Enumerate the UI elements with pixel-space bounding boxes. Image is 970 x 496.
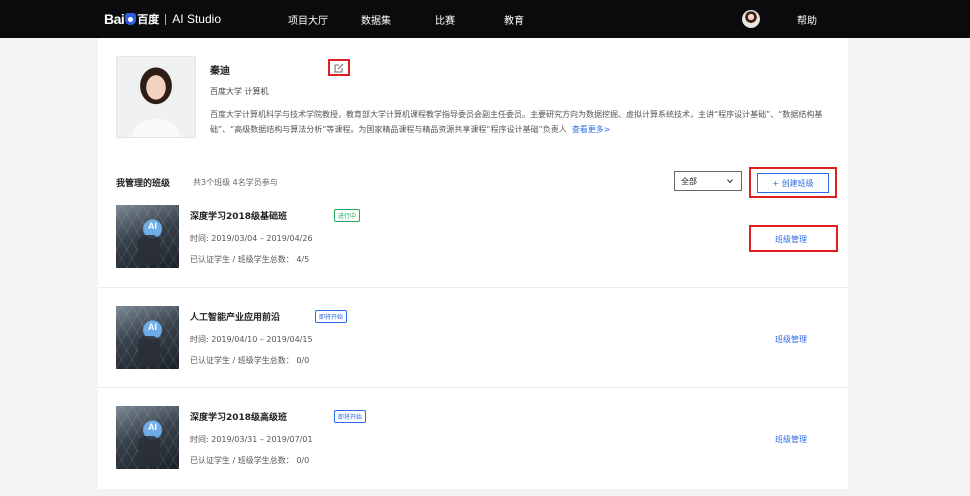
profile-bio-text: 百度大学计算机科学与技术学院教授，教育部大学计算机课程教学指导委员会副主任委员。… [210, 110, 823, 134]
nav-item-education[interactable]: 教育 [504, 12, 524, 27]
thumb-hand-shape [138, 436, 160, 466]
class-time: 时间: 2019/04/10 – 2019/04/15 [190, 335, 313, 344]
class-row: AI 深度学习2018级基础班 进行中 时间: 2019/03/04 – 201… [98, 187, 848, 287]
thumb-ai-label: AI [148, 221, 157, 231]
classes-panel: 我管理的班级 共3个班级 4名学员参与 全部 + 创建班级 AI 深度学习201… [98, 157, 848, 489]
thumb-hand-shape [138, 336, 160, 366]
see-more-link[interactable]: 查看更多> [572, 125, 611, 134]
logo-studio-text: AI Studio [172, 12, 221, 26]
profile-school: 百度大学 计算机 [210, 87, 269, 96]
nav-item-help[interactable]: 帮助 [797, 12, 817, 27]
logo-du-text: 百度 [137, 13, 160, 26]
class-student-count: 已认证学生 / 班级学生总数： 0/0 [190, 456, 310, 465]
profile-bio: 百度大学计算机科学与技术学院教授，教育部大学计算机课程教学指导委员会副主任委员。… [210, 107, 830, 137]
thumb-hand-shape [138, 235, 160, 265]
logo-divider [165, 13, 167, 25]
filter-value: 全部 [681, 176, 697, 186]
profile-name: 秦迪 [210, 66, 230, 77]
class-title[interactable]: 深度学习2018级高级班 [190, 410, 287, 423]
profile-panel: 秦迪 百度大学 计算机 百度大学计算机科学与技术学院教授，教育部大学计算机课程教… [98, 38, 848, 157]
class-student-count: 已认证学生 / 班级学生总数： 0/0 [190, 356, 310, 365]
class-row: AI 深度学习2018级高级班 即将开始 时间: 2019/03/31 – 20… [98, 387, 848, 487]
class-thumbnail[interactable]: AI [116, 205, 179, 268]
edit-icon [334, 63, 344, 72]
manage-class-highlight: 班级管理 [749, 225, 838, 252]
logo-bai-text: Bai [104, 11, 125, 27]
class-title[interactable]: 人工智能产业应用前沿 [190, 310, 280, 323]
class-thumbnail[interactable]: AI [116, 306, 179, 369]
status-badge: 进行中 [334, 209, 361, 222]
thumb-ai-label: AI [148, 322, 157, 332]
nav-item-projects[interactable]: 项目大厅 [288, 12, 328, 27]
class-student-count: 已认证学生 / 班级学生总数： 4/5 [190, 255, 310, 264]
manage-class-link[interactable]: 班级管理 [775, 434, 807, 445]
chevron-down-icon [727, 179, 733, 184]
manage-class-link[interactable]: 班级管理 [775, 234, 807, 245]
profile-photo [116, 56, 196, 138]
baidu-ai-studio-logo[interactable]: Bai 百度 AI Studio [104, 11, 221, 27]
user-avatar[interactable] [742, 10, 760, 28]
class-thumbnail[interactable]: AI [116, 406, 179, 469]
baidu-paw-icon [125, 13, 137, 25]
class-title[interactable]: 深度学习2018级基础班 [190, 209, 287, 222]
nav-item-datasets[interactable]: 数据集 [361, 12, 391, 27]
class-time: 时间: 2019/03/04 – 2019/04/26 [190, 234, 313, 243]
edit-profile-button[interactable] [328, 59, 350, 76]
status-badge: 即将开始 [315, 310, 348, 323]
class-time: 时间: 2019/03/31 – 2019/07/01 [190, 435, 313, 444]
manage-class-link[interactable]: 班级管理 [775, 334, 807, 345]
status-badge: 即将开始 [334, 410, 367, 423]
nav-item-competitions[interactable]: 比赛 [435, 12, 455, 27]
class-row: AI 人工智能产业应用前沿 即将开始 时间: 2019/04/10 – 2019… [98, 287, 848, 387]
thumb-ai-label: AI [148, 422, 157, 432]
top-nav-bar: Bai 百度 AI Studio 项目大厅 数据集 比赛 教育 帮助 [0, 0, 970, 38]
